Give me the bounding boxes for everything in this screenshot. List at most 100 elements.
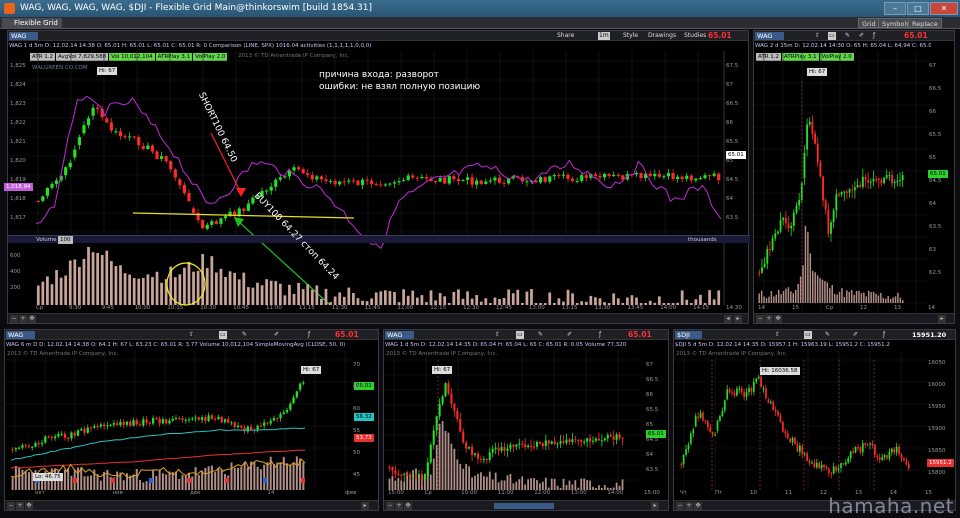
candle: [69, 163, 72, 168]
volume-bar: [773, 296, 774, 303]
style-icon[interactable]: ✎: [824, 331, 831, 339]
drawings-icon[interactable]: ✐: [858, 32, 865, 40]
horizontal-scrollbar[interactable]: [494, 503, 554, 509]
scroll-right-icon[interactable]: ▸: [938, 315, 946, 323]
zoom-in-icon[interactable]: +: [685, 502, 693, 510]
candle: [493, 178, 496, 181]
axis-tick-label: 63.5: [929, 224, 954, 230]
studies-icon[interactable]: ƒ: [598, 331, 602, 339]
time-axis-label: 14:00: [660, 305, 676, 311]
top-right-chart-canvas[interactable]: [754, 51, 956, 325]
volume-bar: [165, 474, 167, 490]
symbol-selector[interactable]: WAG: [755, 32, 784, 40]
timeframe-icon[interactable]: ▭: [804, 331, 812, 339]
share-icon[interactable]: ⇧: [494, 331, 501, 339]
drag-icon[interactable]: ✥: [28, 315, 36, 323]
timeframe-icon[interactable]: ▭: [516, 331, 524, 339]
style-icon[interactable]: ✎: [844, 32, 851, 40]
candle: [388, 467, 390, 468]
studies-icon[interactable]: ƒ: [307, 331, 311, 339]
candle: [343, 182, 346, 183]
symbol-selector[interactable]: $DJI: [675, 331, 702, 339]
candle: [384, 184, 387, 185]
drawings-button[interactable]: Drawings: [647, 32, 677, 40]
volume-bar: [558, 298, 561, 305]
drag-icon[interactable]: ✥: [694, 502, 702, 510]
share-icon[interactable]: ⇧: [814, 32, 821, 40]
candle: [814, 133, 816, 143]
volume-bar: [325, 289, 328, 305]
bottom-right-chart-panel: $DJI ⇧ ▭ ✎ ✐ ƒ 15951.20 $DJI 5 d 5m D: 1…: [673, 329, 956, 511]
zoom-in-icon[interactable]: +: [395, 502, 403, 510]
bottom-left-chart-canvas[interactable]: [5, 350, 380, 512]
minimize-button[interactable]: –: [884, 2, 906, 15]
annotation-mistakes: ошибки: не взял полную позицию: [319, 82, 480, 92]
scroll-right-icon[interactable]: ▸: [734, 315, 742, 323]
zoom-out-icon[interactable]: −: [676, 502, 684, 510]
share-icon[interactable]: ⇧: [188, 331, 195, 339]
last-price-tag: 65.01: [928, 170, 948, 178]
volume-bar: [551, 479, 553, 490]
candle: [613, 437, 615, 440]
drag-icon[interactable]: ✥: [404, 502, 412, 510]
volume-bar: [766, 298, 767, 303]
close-button[interactable]: ✕: [930, 2, 958, 15]
candle: [619, 434, 621, 438]
bottom-right-chart-canvas[interactable]: [674, 350, 957, 512]
symbol-selector[interactable]: WAG: [385, 331, 414, 339]
share-button[interactable]: Share: [556, 32, 575, 40]
zoom-out-icon[interactable]: −: [7, 502, 15, 510]
drag-icon[interactable]: ✥: [25, 502, 33, 510]
candle: [594, 174, 597, 176]
scroll-right-icon[interactable]: ▸: [651, 502, 659, 510]
last-price: 65.01: [708, 31, 732, 41]
volume-bar: [589, 481, 591, 490]
maximize-button[interactable]: □: [907, 2, 929, 15]
scroll-right-icon[interactable]: ▸: [361, 502, 369, 510]
volume-bar: [846, 290, 847, 303]
drag-icon[interactable]: ✥: [774, 315, 782, 323]
main-chart-canvas[interactable]: [8, 51, 750, 325]
bottom-middle-chart-canvas[interactable]: [384, 350, 670, 512]
studies-icon[interactable]: ƒ: [882, 331, 886, 339]
volume-bar: [70, 476, 72, 490]
candle: [18, 448, 20, 449]
zoom-out-icon[interactable]: −: [10, 315, 18, 323]
candle: [867, 180, 869, 183]
style-button[interactable]: Style: [622, 32, 639, 40]
axis-tick-label: 65.5: [726, 139, 748, 145]
drawings-icon[interactable]: ✐: [273, 331, 280, 339]
volume-bar: [430, 475, 432, 490]
style-icon[interactable]: ✎: [537, 331, 544, 339]
drawings-icon[interactable]: ✐: [566, 331, 573, 339]
volume-bar: [814, 272, 815, 303]
timeframe-button[interactable]: 1m: [598, 32, 610, 40]
candle: [483, 459, 485, 460]
candle: [685, 176, 688, 179]
candle: [100, 424, 102, 426]
symbol-selector[interactable]: WAG: [6, 331, 35, 339]
zoom-out-icon[interactable]: −: [386, 502, 394, 510]
studies-icon[interactable]: ƒ: [872, 32, 876, 40]
volume-bar: [795, 290, 796, 303]
studies-button[interactable]: Studies: [683, 32, 707, 40]
scroll-left-icon[interactable]: ◂: [724, 315, 732, 323]
timeframe-icon[interactable]: ▭: [828, 32, 836, 40]
volume-bar: [260, 469, 262, 490]
candle: [270, 421, 272, 424]
drawings-icon[interactable]: ✐: [852, 331, 859, 339]
candle: [544, 177, 547, 182]
replace-button[interactable]: Replace: [908, 18, 942, 28]
style-icon[interactable]: ✎: [241, 331, 248, 339]
zoom-in-icon[interactable]: +: [765, 315, 773, 323]
zoom-out-icon[interactable]: −: [756, 315, 764, 323]
zoom-in-icon[interactable]: +: [16, 502, 24, 510]
volume-bar: [530, 478, 532, 490]
grid-button[interactable]: Grid: [858, 18, 880, 28]
candle: [279, 177, 282, 179]
symbol-selector[interactable]: WAG: [9, 32, 38, 40]
timeframe-icon[interactable]: ▭: [219, 331, 227, 339]
share-icon[interactable]: ⇧: [774, 331, 781, 339]
zoom-in-icon[interactable]: +: [19, 315, 27, 323]
tab-flexible-grid[interactable]: Flexible Grid: [2, 18, 62, 28]
